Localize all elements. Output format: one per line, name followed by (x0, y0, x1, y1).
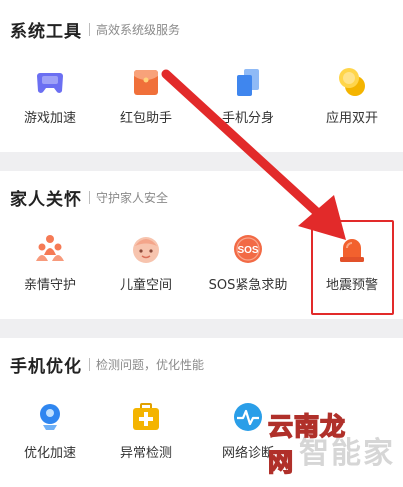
dual-coin-icon (339, 68, 365, 96)
tool-family-guard[interactable]: 亲情守护 (0, 233, 100, 297)
section-header: 系统工具 高效系统级服务 (10, 17, 180, 42)
section-title: 手机优化 (10, 357, 82, 377)
tool-label: 儿童空间 (119, 278, 172, 293)
divider (89, 23, 90, 36)
watermark: 智能家 云南龙网 (267, 411, 403, 487)
tool-label: SOS紧急求助 (208, 278, 288, 293)
sos-badge-text: SOS (237, 245, 258, 256)
family-icon (36, 235, 64, 261)
section-system-tools: 系统工具 高效系统级服务 游戏加速 红包助手 手机分身 应用双开 (0, 0, 403, 152)
tool-optimize-boost[interactable]: 优化加速 (0, 401, 100, 465)
section-subtitle: 检测问题，优化性能 (96, 358, 205, 372)
tool-label: 优化加速 (23, 446, 76, 461)
section-title: 家人关怀 (10, 190, 82, 210)
tool-game-boost[interactable]: 游戏加速 (0, 66, 100, 130)
section-subtitle: 高效系统级服务 (96, 23, 181, 37)
section-subtitle: 守护家人安全 (96, 191, 169, 205)
medical-kit-icon (133, 403, 159, 430)
gamepad-icon (37, 73, 63, 93)
watermark-front-text: 云南龙网 (267, 411, 347, 478)
tool-label: 游戏加速 (23, 111, 76, 126)
tool-app-twin[interactable]: 应用双开 (302, 66, 402, 130)
tool-anomaly-check[interactable]: 异常检测 (96, 401, 196, 465)
divider (89, 191, 90, 204)
divider (89, 358, 90, 371)
red-envelope-icon (134, 70, 158, 95)
child-face-icon (133, 237, 159, 263)
sos-icon: SOS (234, 235, 262, 263)
dual-phone-icon (237, 69, 259, 96)
section-header: 手机优化 检测问题，优化性能 (10, 352, 204, 377)
tool-label: 异常检测 (119, 446, 172, 461)
highlight-box (311, 220, 394, 315)
network-pulse-icon (234, 403, 262, 431)
tool-grid: 游戏加速 红包助手 手机分身 应用双开 (0, 66, 403, 126)
rocket-icon (40, 404, 60, 430)
tool-sos-help[interactable]: SOS SOS紧急求助 (198, 233, 298, 297)
tool-phone-clone[interactable]: 手机分身 (198, 66, 298, 130)
tool-kids-space[interactable]: 儿童空间 (96, 233, 196, 297)
section-header: 家人关怀 守护家人安全 (10, 185, 168, 210)
section-title: 系统工具 (10, 22, 82, 42)
tool-label: 亲情守护 (23, 278, 76, 293)
tool-red-envelope[interactable]: 红包助手 (96, 66, 196, 130)
tool-label: 手机分身 (221, 111, 274, 126)
tool-label: 红包助手 (119, 111, 172, 126)
tool-label: 应用双开 (325, 111, 378, 126)
